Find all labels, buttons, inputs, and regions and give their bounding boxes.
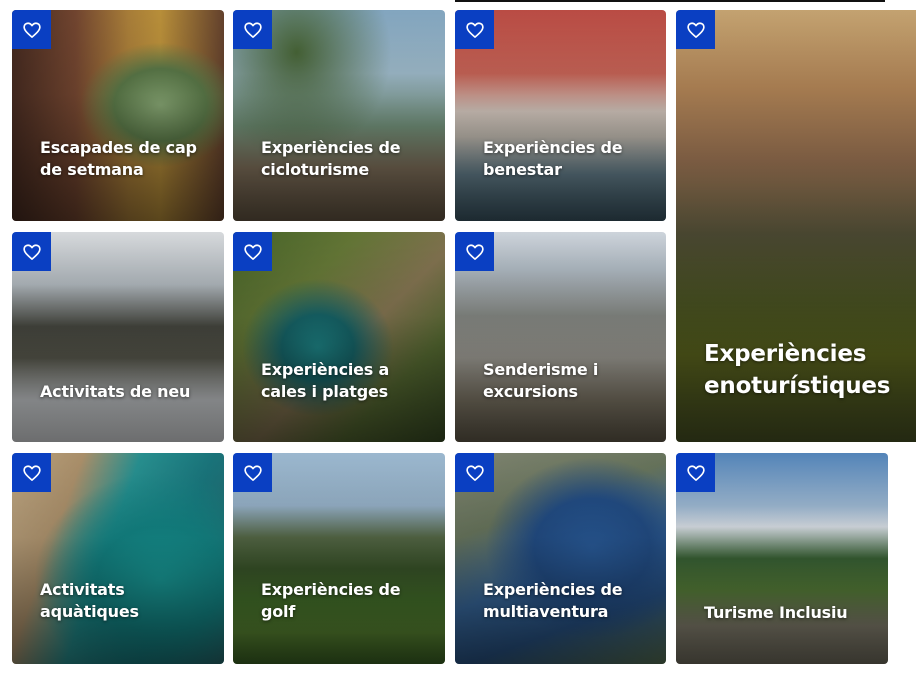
favorite-button[interactable] — [455, 453, 494, 492]
heart-icon — [686, 464, 705, 481]
experience-grid: Escapades de cap de setmana Experiències… — [0, 0, 916, 675]
favorite-button[interactable] — [12, 453, 51, 492]
card-enoturistiques[interactable]: Experiències enoturístiques — [676, 10, 916, 442]
favorite-button[interactable] — [676, 10, 715, 49]
card-turisme-inclusiu[interactable]: Turisme Inclusiu — [676, 453, 888, 664]
card-title: Experiències de cicloturisme — [261, 138, 401, 179]
heart-icon — [22, 21, 41, 38]
card-escapades-cap-de-setmana[interactable]: Escapades de cap de setmana — [12, 10, 224, 221]
card-benestar[interactable]: Experiències de benestar — [455, 10, 666, 221]
card-title: Turisme Inclusiu — [704, 603, 848, 622]
card-multiaventura[interactable]: Experiències de multiaventura — [455, 453, 666, 664]
card-title: Experiències a cales i platges — [261, 360, 390, 401]
card-activitats-aquatiques[interactable]: Activitats aquàtiques — [12, 453, 224, 664]
card-title: Experiències de benestar — [483, 138, 623, 179]
heart-icon — [243, 21, 262, 38]
favorite-button[interactable] — [455, 232, 494, 271]
card-golf[interactable]: Experiències de golf — [233, 453, 445, 664]
favorite-button[interactable] — [233, 10, 272, 49]
heart-icon — [465, 21, 484, 38]
card-activitats-de-neu[interactable]: Activitats de neu — [12, 232, 224, 442]
card-title: Activitats de neu — [40, 382, 191, 401]
heart-icon — [22, 243, 41, 260]
divider — [455, 0, 885, 2]
card-cicloturisme[interactable]: Experiències de cicloturisme — [233, 10, 445, 221]
favorite-button[interactable] — [233, 232, 272, 271]
heart-icon — [243, 464, 262, 481]
card-cales-i-platges[interactable]: Experiències a cales i platges — [233, 232, 445, 442]
card-title: Escapades de cap de setmana — [40, 138, 197, 179]
card-title: Senderisme i excursions — [483, 360, 599, 401]
card-senderisme-i-excursions[interactable]: Senderisme i excursions — [455, 232, 666, 442]
favorite-button[interactable] — [12, 232, 51, 271]
card-title: Experiències de multiaventura — [483, 580, 623, 621]
heart-icon — [465, 464, 484, 481]
heart-icon — [686, 21, 705, 38]
heart-icon — [22, 464, 41, 481]
card-title: Activitats aquàtiques — [40, 580, 139, 621]
heart-icon — [465, 243, 484, 260]
card-title: Experiències de golf — [261, 580, 401, 621]
favorite-button[interactable] — [676, 453, 715, 492]
heart-icon — [243, 243, 262, 260]
favorite-button[interactable] — [12, 10, 51, 49]
card-title: Experiències enoturístiques — [704, 341, 891, 399]
favorite-button[interactable] — [455, 10, 494, 49]
favorite-button[interactable] — [233, 453, 272, 492]
